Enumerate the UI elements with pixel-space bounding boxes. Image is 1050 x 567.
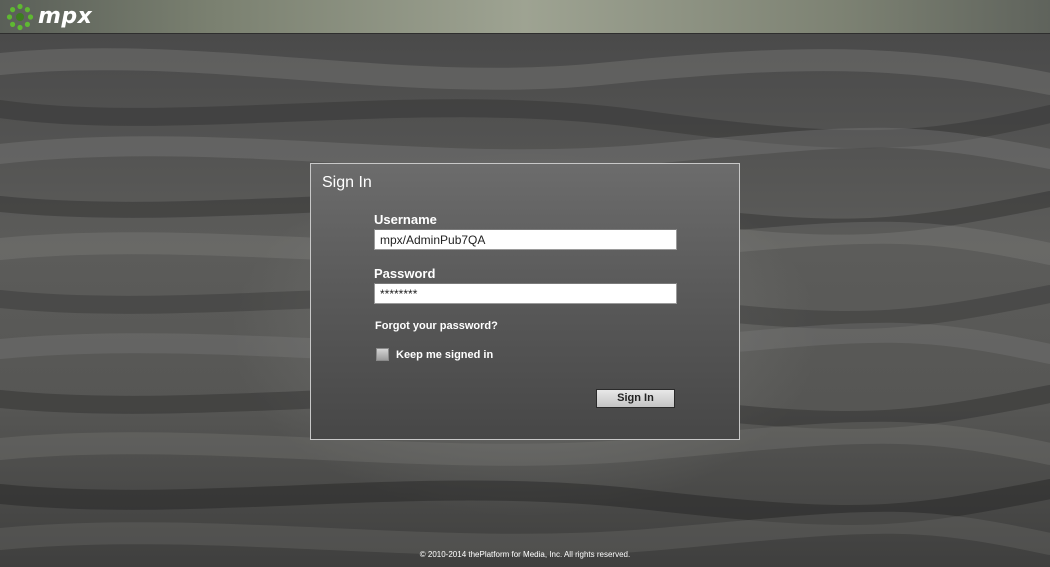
password-label: Password — [374, 266, 436, 281]
keep-signed-in-label[interactable]: Keep me signed in — [396, 349, 493, 361]
mpx-logo: mpx — [6, 3, 92, 31]
password-input[interactable] — [374, 283, 677, 304]
logo-text: mpx — [38, 4, 93, 29]
username-input[interactable] — [374, 229, 677, 250]
forgot-password-link[interactable]: Forgot your password? — [375, 320, 498, 332]
sign-in-title: Sign In — [322, 174, 372, 191]
keep-signed-in-row[interactable]: Keep me signed in — [376, 348, 493, 361]
mpx-ring-logo-icon — [6, 3, 34, 31]
copyright-footer: © 2010-2014 thePlatform for Media, Inc. … — [419, 550, 631, 559]
username-label: Username — [374, 212, 437, 227]
top-header-bar: mpx — [0, 0, 1050, 34]
sign-in-panel: Sign In Username Password Forgot your pa… — [310, 163, 740, 440]
keep-signed-in-checkbox[interactable] — [376, 348, 389, 361]
sign-in-button[interactable]: Sign In — [596, 389, 675, 408]
